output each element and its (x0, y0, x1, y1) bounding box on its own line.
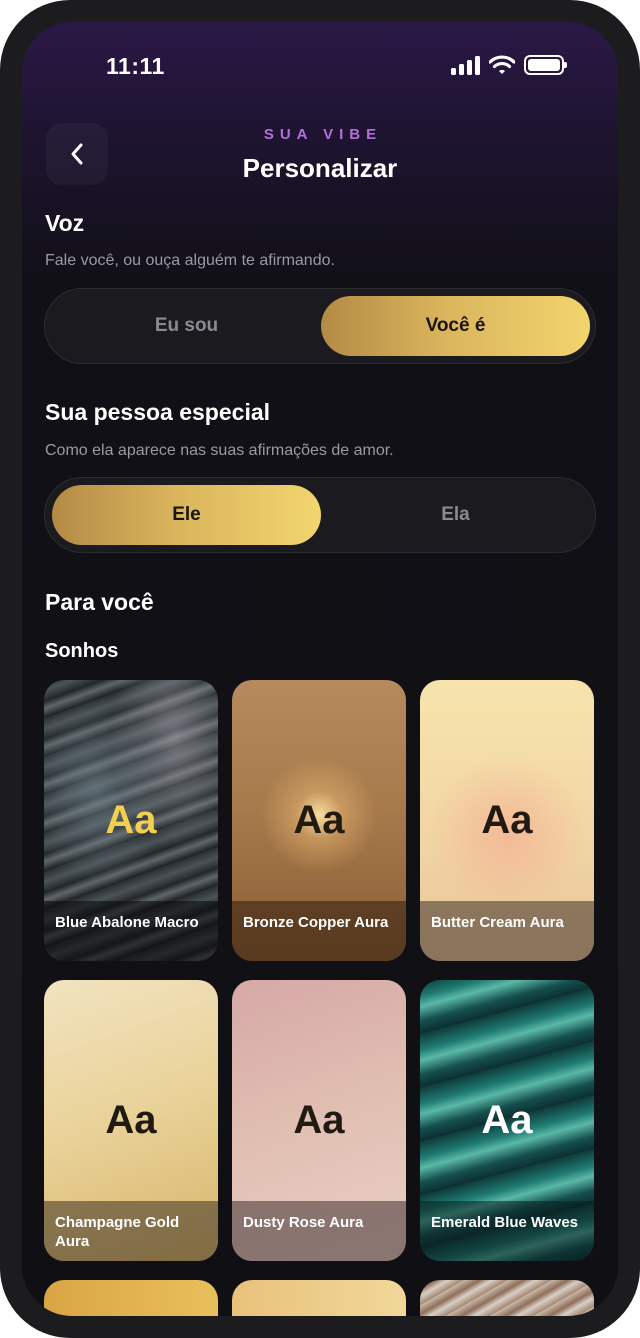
theme-card-name: Dusty Rose Aura (243, 1214, 364, 1231)
voice-option-eu-sou[interactable]: Eu sou (52, 296, 321, 356)
voice-section-title: Voz (45, 210, 85, 236)
theme-card-preview: Aa (105, 798, 157, 842)
theme-card[interactable]: Aa Dusty Rose Aura (232, 980, 406, 1261)
special-person-section-description: Como ela aparece nas suas afirmações de … (45, 442, 394, 459)
theme-card[interactable]: Aa Bronze Copper Aura (232, 680, 406, 961)
theme-card-preview: Aa (481, 1098, 533, 1142)
theme-card[interactable]: Aa Blue Abalone Macro (44, 680, 218, 961)
special-person-section-title: Sua pessoa especial (45, 399, 271, 425)
theme-card[interactable]: Aa Champagne Gold Aura (44, 980, 218, 1261)
status-time: 11:11 (106, 53, 165, 79)
theme-card-label-bar: Dusty Rose Aura (232, 1201, 406, 1261)
theme-card[interactable]: Aa Emerald Blue Waves (420, 980, 594, 1261)
status-icons (451, 55, 567, 75)
theme-card-label-bar: Blue Abalone Macro (44, 901, 218, 961)
theme-card-name: Champagne Gold Aura (55, 1214, 180, 1250)
for-you-section-title: Para você (45, 589, 154, 615)
theme-card-name: Butter Cream Aura (431, 914, 564, 931)
voice-section-description: Fale você, ou ouça alguém te afirmando. (45, 252, 335, 269)
page-title: Personalizar (242, 153, 398, 183)
battery-icon (524, 55, 567, 75)
theme-card-partial[interactable] (420, 1280, 594, 1316)
theme-card-partial[interactable] (44, 1280, 218, 1316)
voice-option-voce-e[interactable]: Você é (321, 296, 590, 356)
theme-card-name: Bronze Copper Aura (243, 914, 389, 931)
theme-card-label-bar: Champagne Gold Aura (44, 1201, 218, 1261)
theme-card-preview: Aa (105, 1098, 157, 1142)
app-screen: 11:11 SUA VIBE Personalizar Voz Fale voc… (22, 22, 618, 1316)
phone-frame: 11:11 SUA VIBE Personalizar Voz Fale voc… (0, 0, 640, 1338)
special-person-option-ela[interactable]: Ela (321, 485, 590, 545)
for-you-subtitle: Sonhos (45, 640, 119, 662)
theme-card[interactable]: Aa Butter Cream Aura (420, 680, 594, 961)
theme-card-label-bar: Emerald Blue Waves (420, 1201, 594, 1261)
theme-card-name: Emerald Blue Waves (431, 1214, 579, 1231)
theme-card-preview: Aa (481, 798, 533, 842)
special-person-toggle: Ele Ela (44, 477, 596, 553)
cellular-signal-icon (451, 55, 480, 75)
theme-card-preview: Aa (293, 1098, 345, 1142)
theme-card-label-bar: Bronze Copper Aura (232, 901, 406, 961)
wifi-icon (489, 55, 515, 74)
theme-card-label-bar: Butter Cream Aura (420, 901, 594, 961)
special-person-option-ele[interactable]: Ele (52, 485, 321, 545)
header-eyebrow: SUA VIBE (263, 126, 383, 143)
theme-card-preview: Aa (293, 798, 345, 842)
voice-toggle: Eu sou Você é (44, 288, 596, 364)
theme-card-name: Blue Abalone Macro (55, 914, 199, 931)
theme-card-partial[interactable] (232, 1280, 406, 1316)
